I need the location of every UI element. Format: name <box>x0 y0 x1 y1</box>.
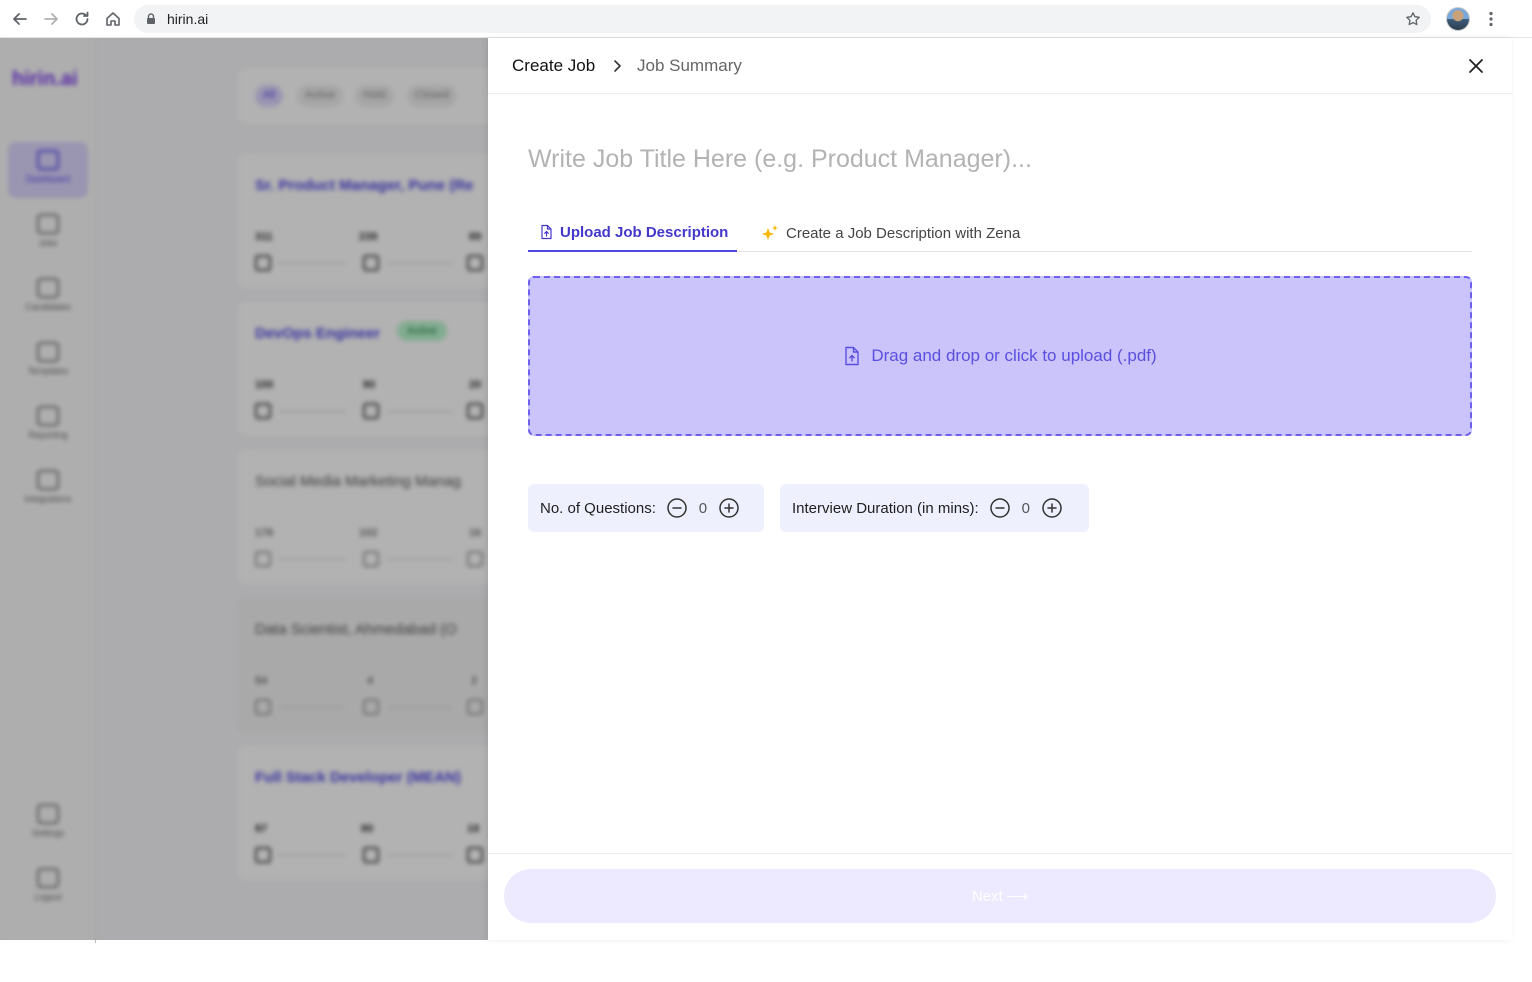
decrement-questions-icon[interactable] <box>666 497 688 519</box>
close-icon[interactable] <box>1465 55 1487 77</box>
job-description-tabs: Upload Job Description Create a Job Desc… <box>528 214 1472 252</box>
sidebar-edge-mark <box>95 940 96 943</box>
create-job-drawer: Create Job Job Summary Upload Job Descri… <box>488 38 1512 940</box>
bookmark-star-icon[interactable] <box>1405 11 1421 27</box>
next-button[interactable]: Next ⟶ <box>504 869 1496 923</box>
questions-stepper: No. of Questions: 0 <box>528 484 764 532</box>
url-text: hirin.ai <box>167 11 209 27</box>
file-upload-icon <box>538 224 554 240</box>
modal-backdrop[interactable] <box>0 38 488 940</box>
browser-toolbar: hirin.ai <box>0 0 1532 38</box>
page-bottom-area <box>0 940 1532 982</box>
arrow-right-icon: ⟶ <box>1006 888 1029 905</box>
tab-create-with-zena[interactable]: Create a Job Description with Zena <box>760 214 1020 252</box>
breadcrumb-job-summary: Job Summary <box>637 56 742 75</box>
drawer-header: Create Job Job Summary <box>488 38 1512 94</box>
sparkle-icon <box>760 223 780 243</box>
chevron-right-icon <box>609 58 625 74</box>
duration-stepper: Interview Duration (in mins): 0 <box>780 484 1089 532</box>
dropzone-label: Drag and drop or click to upload (.pdf) <box>871 346 1157 365</box>
reload-icon[interactable] <box>72 9 92 29</box>
next-label: Next <box>971 887 1003 905</box>
address-bar[interactable]: hirin.ai <box>134 5 1431 33</box>
page-scrollbar-gutter <box>1512 38 1532 940</box>
drawer-footer: Next ⟶ <box>488 853 1512 940</box>
questions-label: No. of Questions: <box>540 499 656 517</box>
duration-label: Interview Duration (in mins): <box>792 499 979 517</box>
decrement-duration-icon[interactable] <box>989 497 1011 519</box>
file-upload-icon <box>843 346 861 366</box>
increment-duration-icon[interactable] <box>1041 497 1063 519</box>
lock-icon <box>144 12 158 26</box>
back-icon[interactable] <box>10 9 30 29</box>
duration-value[interactable]: 0 <box>1011 500 1041 517</box>
pdf-upload-dropzone[interactable]: Drag and drop or click to upload (.pdf) <box>528 276 1472 436</box>
background-app: hirin.ai Dashboard Jobs Candidates Templ… <box>0 38 488 940</box>
tab-zena-label: Create a Job Description with Zena <box>786 224 1021 242</box>
questions-value[interactable]: 0 <box>688 500 718 517</box>
job-title-input[interactable] <box>528 141 1472 177</box>
home-icon[interactable] <box>103 9 123 29</box>
increment-questions-icon[interactable] <box>718 497 740 519</box>
tab-upload-label: Upload Job Description <box>560 223 729 241</box>
tab-upload-job-description[interactable]: Upload Job Description <box>528 214 738 252</box>
browser-menu-icon[interactable] <box>1481 9 1501 29</box>
profile-avatar[interactable] <box>1446 7 1470 31</box>
breadcrumb-create-job[interactable]: Create Job <box>512 56 595 76</box>
forward-icon[interactable] <box>41 9 61 29</box>
